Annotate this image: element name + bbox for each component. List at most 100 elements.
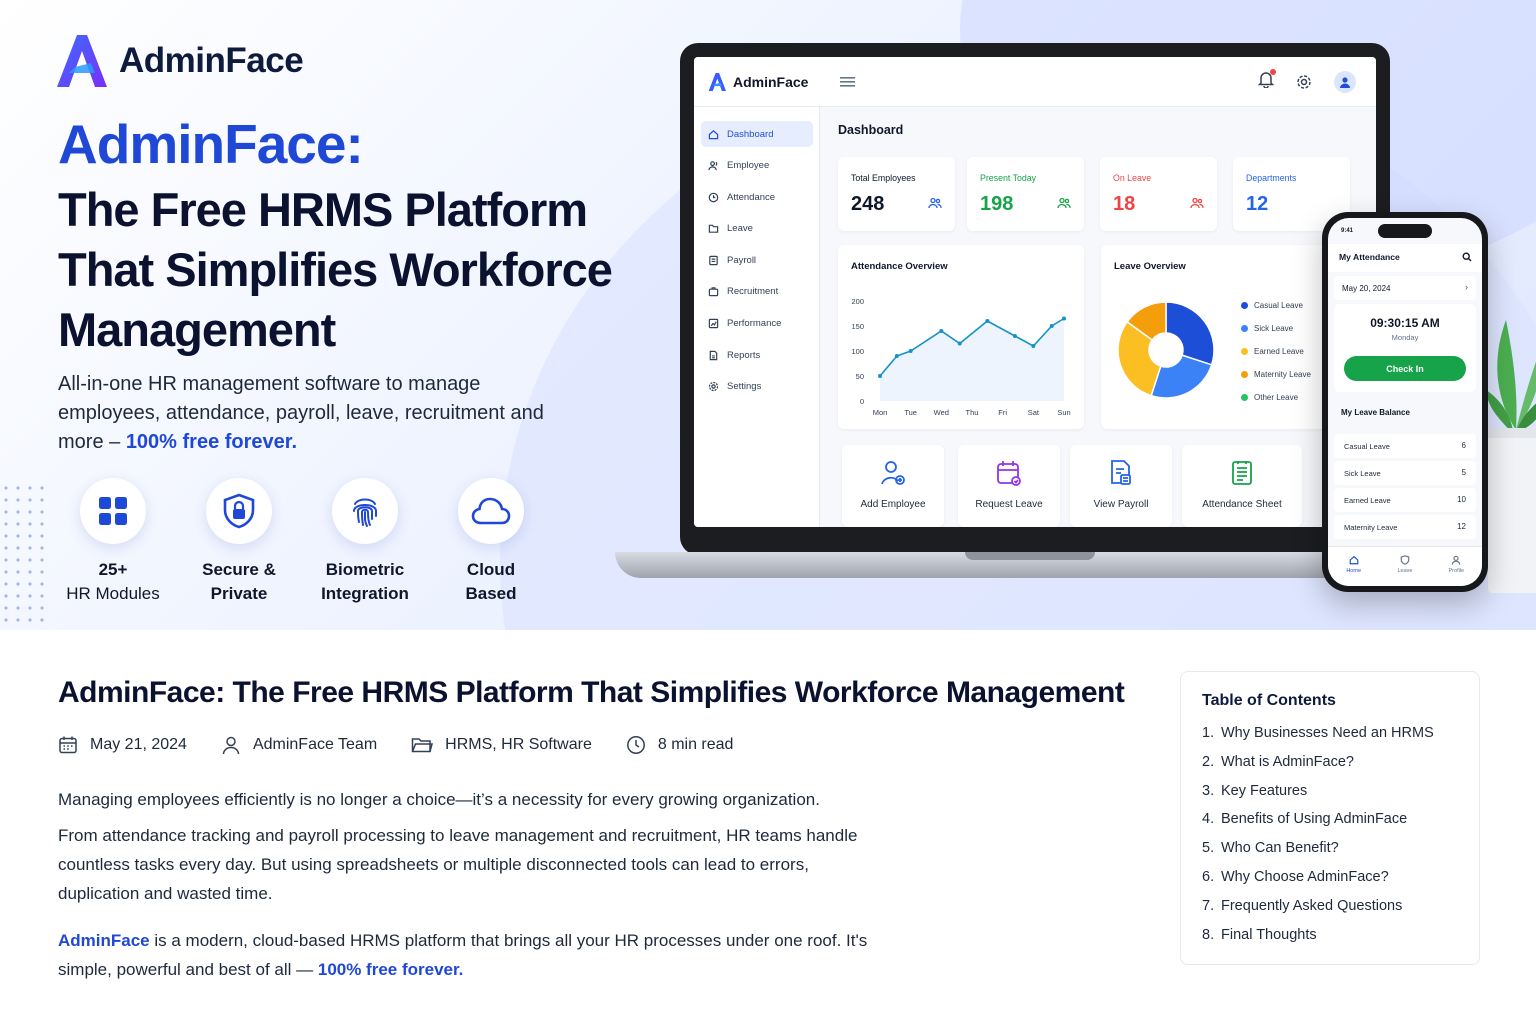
sidebar-item-reports[interactable]: Reports [701, 342, 813, 368]
feature-line2: HR Modules [66, 584, 160, 603]
hamburger-menu-icon[interactable] [840, 76, 856, 88]
sidebar-item-recruitment[interactable]: Recruitment [701, 279, 813, 305]
current-time: 09:30:15 AM [1370, 316, 1440, 330]
feature-secure: Secure & Private [176, 478, 302, 606]
toc-number: 2. [1202, 753, 1215, 770]
stat-card-total-employees[interactable]: Total Employees 248 [838, 157, 955, 231]
toc-link[interactable]: What is AdminFace? [1221, 754, 1354, 783]
toc-item[interactable]: 2. What is AdminFace? [1202, 754, 1434, 783]
nav-leave[interactable]: Leave [1379, 547, 1430, 586]
users-icon [928, 197, 942, 209]
sidebar-item-label: Employee [727, 160, 770, 172]
feature-label: Biometric Integration [321, 558, 409, 606]
nav-label: Profile [1448, 568, 1465, 574]
laptop-hinge [965, 552, 1095, 560]
sidebar-item-label: Settings [727, 381, 762, 393]
toc-link[interactable]: Benefits of Using AdminFace [1221, 811, 1407, 840]
page-title: Dashboard [838, 123, 904, 137]
nav-home[interactable]: Home [1328, 547, 1379, 586]
meta-read-time: 8 min read [626, 735, 734, 755]
attendance-line-chart: 0 50 100 150 200 Mon Tue Wed Thu Fri Sat Sun [851, 297, 1070, 417]
check-in-button[interactable]: Check In [1344, 356, 1466, 381]
stat-card-on-leave[interactable]: On Leave 18 [1100, 157, 1217, 231]
search-icon[interactable] [1462, 252, 1472, 262]
y-tick-label: 0 [860, 397, 864, 406]
meta-read-time-text: 8 min read [657, 736, 734, 753]
app-brand[interactable]: AdminFace [708, 72, 808, 92]
date-selector[interactable]: May 20, 2024 › [1334, 276, 1476, 300]
sidebar-item-attendance[interactable]: Attendance [701, 184, 813, 210]
toc-link[interactable]: Final Thoughts [1221, 927, 1317, 956]
feature-biometric: Biometric Integration [302, 478, 428, 606]
leave-overview-card: Leave Overview Casual Leave Sick Leave E… [1101, 245, 1351, 429]
hero-subtitle: All-in-one HR management software to man… [58, 370, 558, 457]
toc-number: 1. [1202, 725, 1215, 741]
sidebar-item-label: Reports [727, 349, 761, 361]
stat-card-present-today[interactable]: Present Today 198 [967, 157, 1084, 231]
feature-label: Cloud Based [465, 558, 516, 606]
add-user-icon [881, 461, 905, 485]
data-point [1012, 334, 1017, 338]
mobile-bottom-nav: Home Leave Profile [1328, 546, 1482, 586]
phone-notch [1378, 224, 1432, 238]
app-topbar: AdminFace [694, 57, 1376, 107]
toc-item[interactable]: 1. Why Businesses Need an HRMS [1202, 725, 1434, 754]
stat-label: Present Today [980, 173, 1037, 183]
adminface-link[interactable]: AdminFace [58, 931, 150, 950]
toc-item[interactable]: 8. Final Thoughts [1202, 927, 1434, 956]
data-point [878, 374, 882, 378]
feature-line1: Cloud [466, 560, 516, 579]
brand-logo-link[interactable]: AdminFace [55, 33, 304, 89]
sidebar-item-employee[interactable]: Employee [701, 153, 813, 179]
sidebar-item-payroll[interactable]: Payroll [701, 247, 813, 273]
sidebar-item-dashboard[interactable]: Dashboard [701, 121, 813, 147]
adminface-logo-icon [708, 72, 726, 91]
sidebar-item-performance[interactable]: Performance [701, 311, 813, 337]
legend-label: Earned Leave [1254, 347, 1304, 356]
toc-link[interactable]: Frequently Asked Questions [1221, 898, 1402, 927]
gear-icon [708, 382, 719, 392]
folder-icon [708, 224, 719, 234]
grid-icon [99, 497, 127, 525]
stat-label: Departments [1246, 173, 1297, 183]
toc-item[interactable]: 3. Key Features [1202, 783, 1434, 812]
legend-swatch [1241, 394, 1248, 401]
paragraph-highlight: 100% free forever. [317, 960, 464, 979]
toc-item[interactable]: 5. Who Can Benefit? [1202, 840, 1434, 869]
table-of-contents: Table of Contents 1. Why Businesses Need … [1180, 671, 1480, 965]
meta-author[interactable]: AdminFace Team [221, 735, 377, 755]
leave-balance-row: Sick Leave 5 [1334, 461, 1476, 485]
view-payroll-button[interactable]: View Payroll [1070, 445, 1172, 527]
leave-type: Earned Leave [1344, 496, 1391, 505]
dashboard-main: Dashboard Total Employees 248 Present To… [820, 107, 1376, 527]
leave-type: Casual Leave [1344, 442, 1390, 451]
toc-link[interactable]: Key Features [1221, 783, 1307, 812]
meta-categories[interactable]: HRMS, HR Software [411, 735, 592, 755]
toc-item[interactable]: 6. Why Choose AdminFace? [1202, 869, 1434, 898]
request-leave-button[interactable]: Request Leave [958, 445, 1060, 527]
notifications-button[interactable] [1257, 69, 1276, 93]
data-point [908, 349, 913, 353]
sidebar-item-label: Leave [727, 223, 753, 235]
status-bar-time: 9:41 [1341, 228, 1354, 234]
user-avatar[interactable] [1334, 71, 1356, 93]
toc-link[interactable]: Why Businesses Need an HRMS [1221, 725, 1434, 754]
nav-profile[interactable]: Profile [1431, 547, 1482, 586]
phone-mockup: My Attendance 9:41 May 20, 2024 › 09:30:… [1322, 212, 1488, 592]
pie-slice-sick-leave [1150, 354, 1213, 399]
gear-icon[interactable] [1296, 74, 1312, 90]
toc-item[interactable]: 7. Frequently Asked Questions [1202, 898, 1434, 927]
pie-slice-casual-leave [1165, 301, 1215, 366]
sheet-icon [1232, 461, 1252, 485]
home-icon [1349, 555, 1358, 565]
sidebar-item-label: Performance [727, 318, 782, 330]
add-employee-button[interactable]: Add Employee [842, 445, 944, 527]
toc-item[interactable]: 4. Benefits of Using AdminFace [1202, 811, 1434, 840]
attendance-sheet-button[interactable]: Attendance Sheet [1182, 445, 1302, 527]
toc-link[interactable]: Who Can Benefit? [1221, 840, 1339, 869]
sidebar-item-settings[interactable]: Settings [701, 374, 813, 400]
leave-count: 6 [1461, 441, 1466, 450]
sidebar-item-leave[interactable]: Leave [701, 216, 813, 242]
shield-icon [1400, 555, 1410, 565]
toc-link[interactable]: Why Choose AdminFace? [1221, 869, 1389, 898]
